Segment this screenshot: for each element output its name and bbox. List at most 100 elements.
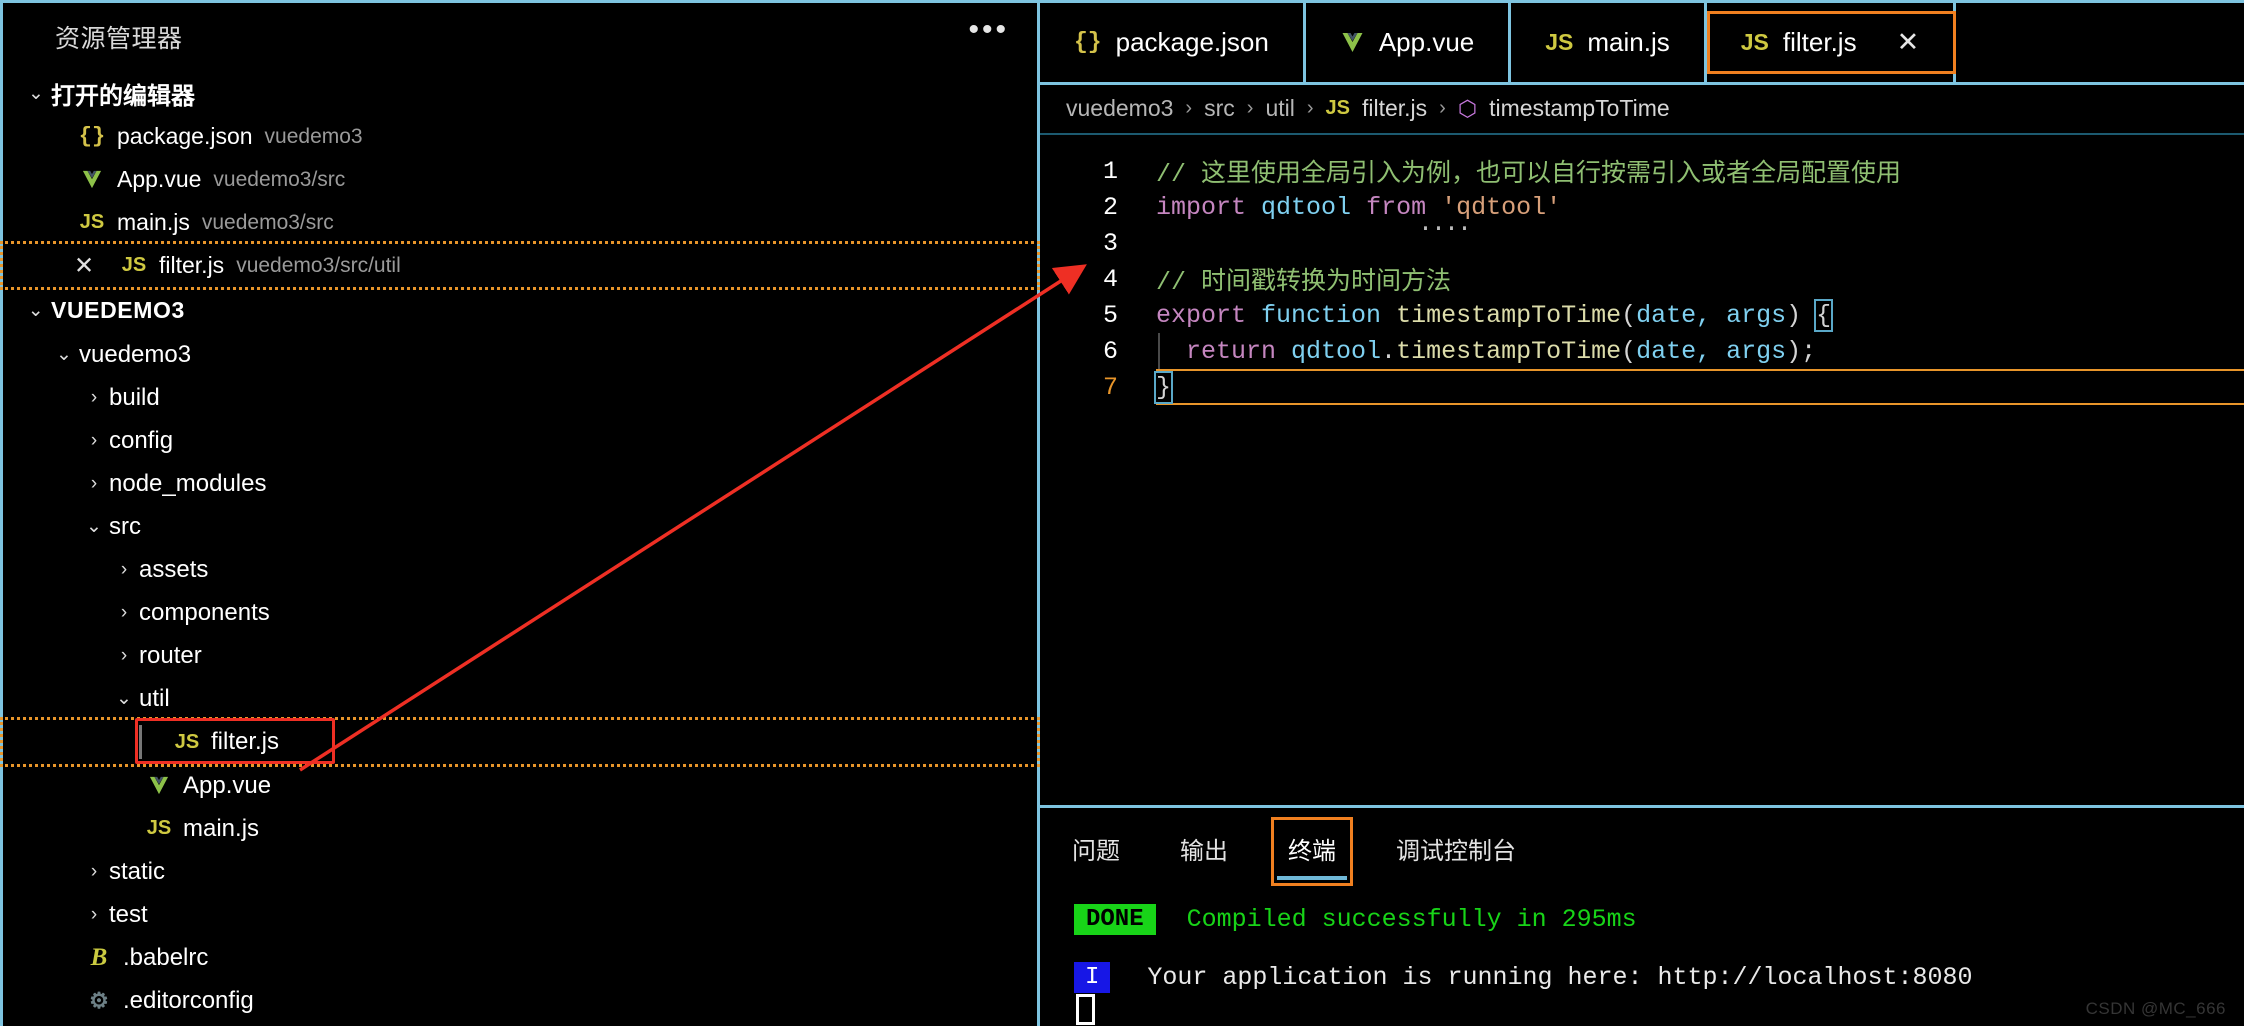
chevron-right-icon[interactable]: ›: [79, 904, 109, 926]
chevron-right-icon[interactable]: ›: [79, 473, 109, 495]
gear-icon: ⚙: [89, 987, 109, 1013]
chevron-down-icon[interactable]: ⌄: [79, 515, 109, 538]
chevron-right-icon[interactable]: ›: [109, 559, 139, 581]
tree-item-node_modules[interactable]: › node_modules: [3, 462, 1037, 505]
chevron-down-icon[interactable]: ⌄: [109, 687, 139, 710]
tree-item-label: build: [109, 383, 160, 411]
code-token-dot: .: [1381, 336, 1397, 366]
tree-item-assets[interactable]: › assets: [3, 548, 1037, 591]
tree-item-app-vue[interactable]: App.vue: [3, 764, 1037, 807]
tree-item-label: router: [139, 641, 202, 669]
code-line-5: 5 export function timestampToTime ( date…: [1040, 297, 2244, 333]
vscode-window: 资源管理器 ••• ⌄ 打开的编辑器 {} package.json vuede…: [0, 0, 2244, 1026]
tree-item-label: node_modules: [109, 469, 267, 497]
tree-item-editorconfig[interactable]: ⚙ .editorconfig: [3, 979, 1037, 1022]
panel-tab-label: 输出: [1180, 837, 1228, 865]
open-editor-path: vuedemo3: [264, 124, 363, 148]
tree-item-label: test: [109, 900, 148, 928]
tree-item-util[interactable]: ⌄ util: [3, 677, 1037, 720]
tree-item-config[interactable]: › config: [3, 419, 1037, 462]
workspace-root-header[interactable]: ⌄ VUEDEMO3: [3, 287, 1037, 333]
tab-label: App.vue: [1378, 26, 1475, 57]
chevron-right-icon[interactable]: ›: [109, 645, 139, 667]
code-token-params: date, args: [1636, 300, 1787, 330]
explorer-title: 资源管理器: [55, 25, 183, 53]
js-icon: JS: [1325, 97, 1350, 120]
open-editor-item[interactable]: JS main.js vuedemo3/src: [3, 201, 1037, 244]
panel-tab-output[interactable]: 输出: [1174, 827, 1234, 870]
current-line-highlight: [1156, 369, 2244, 405]
breadcrumb-separator-icon: ›: [1246, 97, 1254, 120]
open-editor-item-active[interactable]: ✕ JS filter.js vuedemo3/src/util: [0, 241, 1040, 290]
more-actions-icon[interactable]: •••: [968, 15, 1009, 49]
code-bracket-close: }: [1153, 370, 1174, 404]
tree-item-static[interactable]: › static: [3, 850, 1037, 893]
tab-filter-js[interactable]: JS filter.js ✕: [1706, 3, 1957, 82]
open-editor-name: filter.js: [159, 252, 225, 278]
js-icon: JS: [146, 817, 172, 839]
panel-tab-debug-console[interactable]: 调试控制台: [1390, 827, 1522, 870]
terminal-cursor: [1076, 993, 1095, 1025]
code-editor[interactable]: 1 // 这里使用全局引入为例，也可以自行按需引入或者全局配置使用 2 impo…: [1040, 135, 2244, 805]
open-editor-path: vuedemo3/src: [201, 210, 334, 234]
open-editor-path: vuedemo3/src/util: [236, 253, 401, 277]
terminal-output[interactable]: DONE Compiled successfully in 295ms I Yo…: [1040, 874, 2244, 1026]
tree-item-label: util: [139, 684, 170, 712]
chevron-right-icon[interactable]: ›: [109, 602, 139, 624]
code-token-identifier: qdtool: [1261, 192, 1367, 222]
tree-item-test[interactable]: › test: [3, 893, 1037, 936]
js-icon: JS: [121, 254, 147, 276]
panel-tab-label: 调试控制台: [1396, 837, 1516, 865]
breadcrumb-item-filter-js[interactable]: filter.js: [1362, 95, 1427, 122]
status-badge-info: I: [1074, 961, 1111, 993]
close-icon[interactable]: ✕: [71, 251, 97, 280]
panel-tab-terminal[interactable]: 终端: [1271, 816, 1353, 886]
json-braces-icon: {}: [1074, 29, 1102, 56]
code-text: // 这里使用全局引入为例，也可以自行按需引入或者全局配置使用: [1156, 160, 1902, 189]
code-token-paren-close: );: [1786, 336, 1817, 366]
close-icon[interactable]: ✕: [1897, 27, 1920, 58]
chevron-right-icon[interactable]: ›: [79, 430, 109, 452]
breadcrumb-item-symbol[interactable]: timestampToTime: [1489, 95, 1670, 122]
chevron-right-icon[interactable]: ›: [79, 861, 109, 883]
line-number: 6: [1102, 336, 1118, 366]
code-token-paren: (: [1621, 336, 1637, 366]
tree-item-src[interactable]: ⌄ src: [3, 505, 1037, 548]
code-token-paren: (: [1621, 300, 1637, 330]
breadcrumb: vuedemo3 › src › util › JS filter.js › ⬡…: [1040, 85, 2244, 135]
breadcrumb-item-vuedemo3[interactable]: vuedemo3: [1066, 95, 1173, 122]
panel-tab-label: 问题: [1072, 837, 1120, 865]
code-line-6: 6 return qdtool . timestampToTime ( date…: [1040, 333, 2244, 369]
chevron-down-icon: ⌄: [28, 82, 44, 104]
tree-item-label: filter.js: [211, 728, 280, 755]
open-editor-path: vuedemo3/src: [213, 167, 346, 191]
tree-item-components[interactable]: › components: [3, 591, 1037, 634]
code-bracket-open: {: [1814, 298, 1834, 332]
breadcrumb-item-src[interactable]: src: [1204, 95, 1235, 122]
tab-label: filter.js: [1782, 26, 1857, 57]
tree-item-filter-js[interactable]: JS filter.js: [0, 717, 1040, 767]
tree-item-label: .babelrc: [123, 943, 209, 971]
tree-item-babelrc[interactable]: B .babelrc: [3, 936, 1037, 979]
code-text: // 时间戳转换为时间方法: [1156, 268, 1452, 297]
tab-package-json[interactable]: {} package.json: [1040, 3, 1306, 82]
indent-guide: [1158, 333, 1160, 369]
tab-app-vue[interactable]: App.vue: [1306, 3, 1512, 82]
tree-item-build[interactable]: › build: [3, 376, 1037, 419]
tab-main-js[interactable]: JS main.js: [1511, 3, 1707, 82]
chevron-right-icon[interactable]: ›: [79, 387, 109, 409]
tab-label: main.js: [1587, 26, 1670, 57]
open-editor-item[interactable]: App.vue vuedemo3/src: [3, 158, 1037, 201]
code-line-4: 4 // 时间戳转换为时间方法: [1040, 261, 2244, 298]
panel-tab-problems[interactable]: 问题: [1066, 827, 1126, 870]
open-editors-section-header[interactable]: ⌄ 打开的编辑器: [3, 71, 1037, 115]
editor-tab-bar: {} package.json App.vue JS main.js JS fi…: [1040, 0, 2244, 85]
tree-item-main-js[interactable]: JS main.js: [3, 807, 1037, 850]
open-editor-item[interactable]: {} package.json vuedemo3: [3, 115, 1037, 158]
breadcrumb-separator-icon: ›: [1439, 97, 1446, 120]
breadcrumb-item-util[interactable]: util: [1265, 95, 1294, 122]
tree-item-router[interactable]: › router: [3, 634, 1037, 677]
tree-item-label: App.vue: [183, 771, 272, 799]
tree-item-vuedemo3[interactable]: ⌄ vuedemo3: [3, 333, 1037, 376]
chevron-down-icon[interactable]: ⌄: [49, 343, 79, 366]
